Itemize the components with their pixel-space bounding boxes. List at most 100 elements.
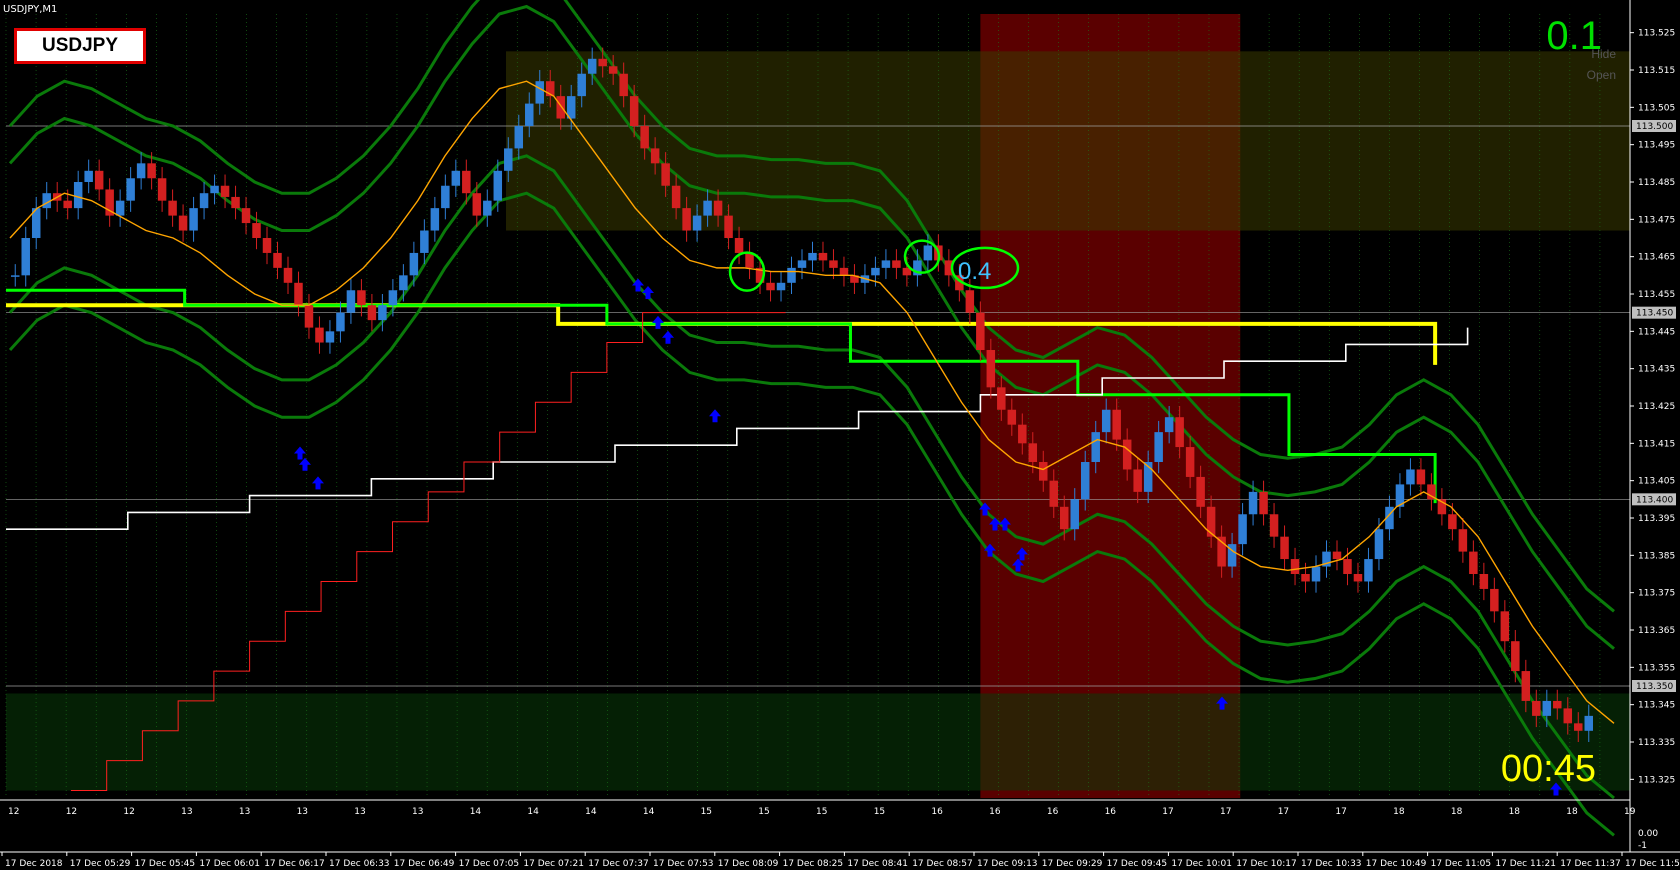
candle-body <box>525 103 534 126</box>
candle-body <box>829 260 838 268</box>
x-tick-label: 17 Dec 08:57 <box>912 859 973 869</box>
y-tick-label: 113.325 <box>1638 775 1675 785</box>
candle-body <box>252 223 261 238</box>
candle-body <box>283 267 293 283</box>
candle-body <box>294 282 303 306</box>
candle-body <box>126 178 135 201</box>
candle-body <box>839 267 849 276</box>
candle-body <box>378 305 387 321</box>
candle-body <box>1028 443 1038 462</box>
y-tick-label: 113.425 <box>1638 402 1675 412</box>
x-tick-label: 17 Dec 08:41 <box>847 859 908 869</box>
candle-body <box>430 208 440 231</box>
y-tick-label: 113.405 <box>1638 477 1675 487</box>
candle-body <box>1185 447 1195 477</box>
y-tick-label: 113.375 <box>1638 589 1675 599</box>
signal-arrow-icon <box>294 446 306 460</box>
sub-label: 15 <box>758 807 769 817</box>
sub-label: 14 <box>585 807 597 817</box>
sub-label: 17 <box>1162 807 1173 817</box>
price-tag: 113.400 <box>1636 495 1673 505</box>
candle-body <box>965 290 975 313</box>
candle-body <box>346 290 356 313</box>
price-chart[interactable]: 113.525 113.515 113.505 113.495 113.485 113.4… <box>0 0 1680 870</box>
candle-body <box>745 252 754 268</box>
candle-body <box>986 350 996 388</box>
candle-body <box>535 81 544 104</box>
candle-body <box>199 193 209 209</box>
sub-label: 15 <box>701 807 712 817</box>
candle-body <box>1469 551 1478 574</box>
candle-body <box>241 208 251 224</box>
candle-body <box>210 185 219 194</box>
candle-body <box>1018 424 1027 444</box>
y-tick-label: 113.525 <box>1638 29 1675 39</box>
candle-body <box>504 148 513 171</box>
candle-body <box>472 193 482 216</box>
sub-label: 12 <box>123 807 134 817</box>
x-tick-label: 17 Dec 08:09 <box>718 859 779 869</box>
candle-body <box>724 215 733 238</box>
candle-body <box>514 126 524 149</box>
candle-body <box>1049 480 1059 507</box>
sub-label: 15 <box>816 807 827 817</box>
candle-body <box>598 58 607 67</box>
candle-body <box>325 331 335 343</box>
candle-body <box>1091 432 1100 462</box>
sub-label: 12 <box>8 807 19 817</box>
candle-body <box>1060 506 1069 530</box>
symbol-badge: USDJPY <box>14 28 146 64</box>
sub-label: 17 <box>1220 807 1231 817</box>
sub-label: 14 <box>527 807 539 817</box>
x-tick-label: 17 Dec 05:45 <box>135 859 196 869</box>
y-tick-label: 113.365 <box>1638 626 1675 636</box>
candle-body <box>94 170 104 190</box>
candle-body <box>399 275 408 291</box>
sub-y-label: -1 <box>1638 841 1647 851</box>
candle-body <box>357 290 366 306</box>
y-tick-label: 113.465 <box>1638 253 1675 263</box>
open-button[interactable]: Open <box>1587 68 1616 82</box>
sub-label: 13 <box>354 807 365 817</box>
candle-body <box>629 96 639 126</box>
candle-body <box>1343 559 1352 574</box>
candle-body <box>766 282 775 291</box>
y-tick-label: 113.355 <box>1638 663 1675 673</box>
candle-body <box>147 163 156 179</box>
x-tick-label: 17 Dec 09:29 <box>1042 859 1103 869</box>
candle-body <box>1563 708 1573 724</box>
sub-label: 17 <box>1278 807 1289 817</box>
sub-label: 18 <box>1451 807 1463 817</box>
hide-button[interactable]: Hide <box>1591 47 1616 61</box>
sub-label: 12 <box>66 807 77 817</box>
time-axis: 17 Dec 2018 17 Dec 05:29 17 Dec 05:45 17 De… <box>1 852 1680 869</box>
candle-body <box>178 215 188 231</box>
candle-body <box>231 196 240 209</box>
y-tick-label: 113.495 <box>1638 141 1675 151</box>
candle-body <box>734 238 744 253</box>
y-tick-label: 113.445 <box>1638 327 1675 337</box>
y-tick-label: 113.345 <box>1638 701 1675 711</box>
price-tag: 113.450 <box>1636 309 1673 319</box>
candle-body <box>923 245 933 261</box>
sub-label: 17 <box>1335 807 1346 817</box>
x-tick-label: 17 Dec 09:13 <box>977 859 1038 869</box>
candle-body <box>1490 588 1499 612</box>
x-tick-label: 17 Dec 07:37 <box>588 859 649 869</box>
candle-body <box>1448 514 1457 530</box>
candle-body <box>168 200 177 216</box>
x-tick-label: 17 Dec 09:45 <box>1107 859 1168 869</box>
candle-body <box>1458 529 1468 552</box>
x-tick-label: 17 Dec 06:17 <box>264 859 325 869</box>
x-tick-label: 17 Dec 07:05 <box>459 859 520 869</box>
candle-body <box>881 260 891 268</box>
candle-body <box>115 200 125 216</box>
sub-label: 13 <box>297 807 308 817</box>
candle-body <box>1080 462 1090 500</box>
y-tick-label: 113.385 <box>1638 551 1675 561</box>
candle-body <box>1112 409 1121 440</box>
candle-body <box>1269 514 1279 537</box>
x-tick-label: 17 Dec 07:21 <box>523 859 584 869</box>
candle-body <box>692 215 702 231</box>
sub-label: 16 <box>931 807 943 817</box>
